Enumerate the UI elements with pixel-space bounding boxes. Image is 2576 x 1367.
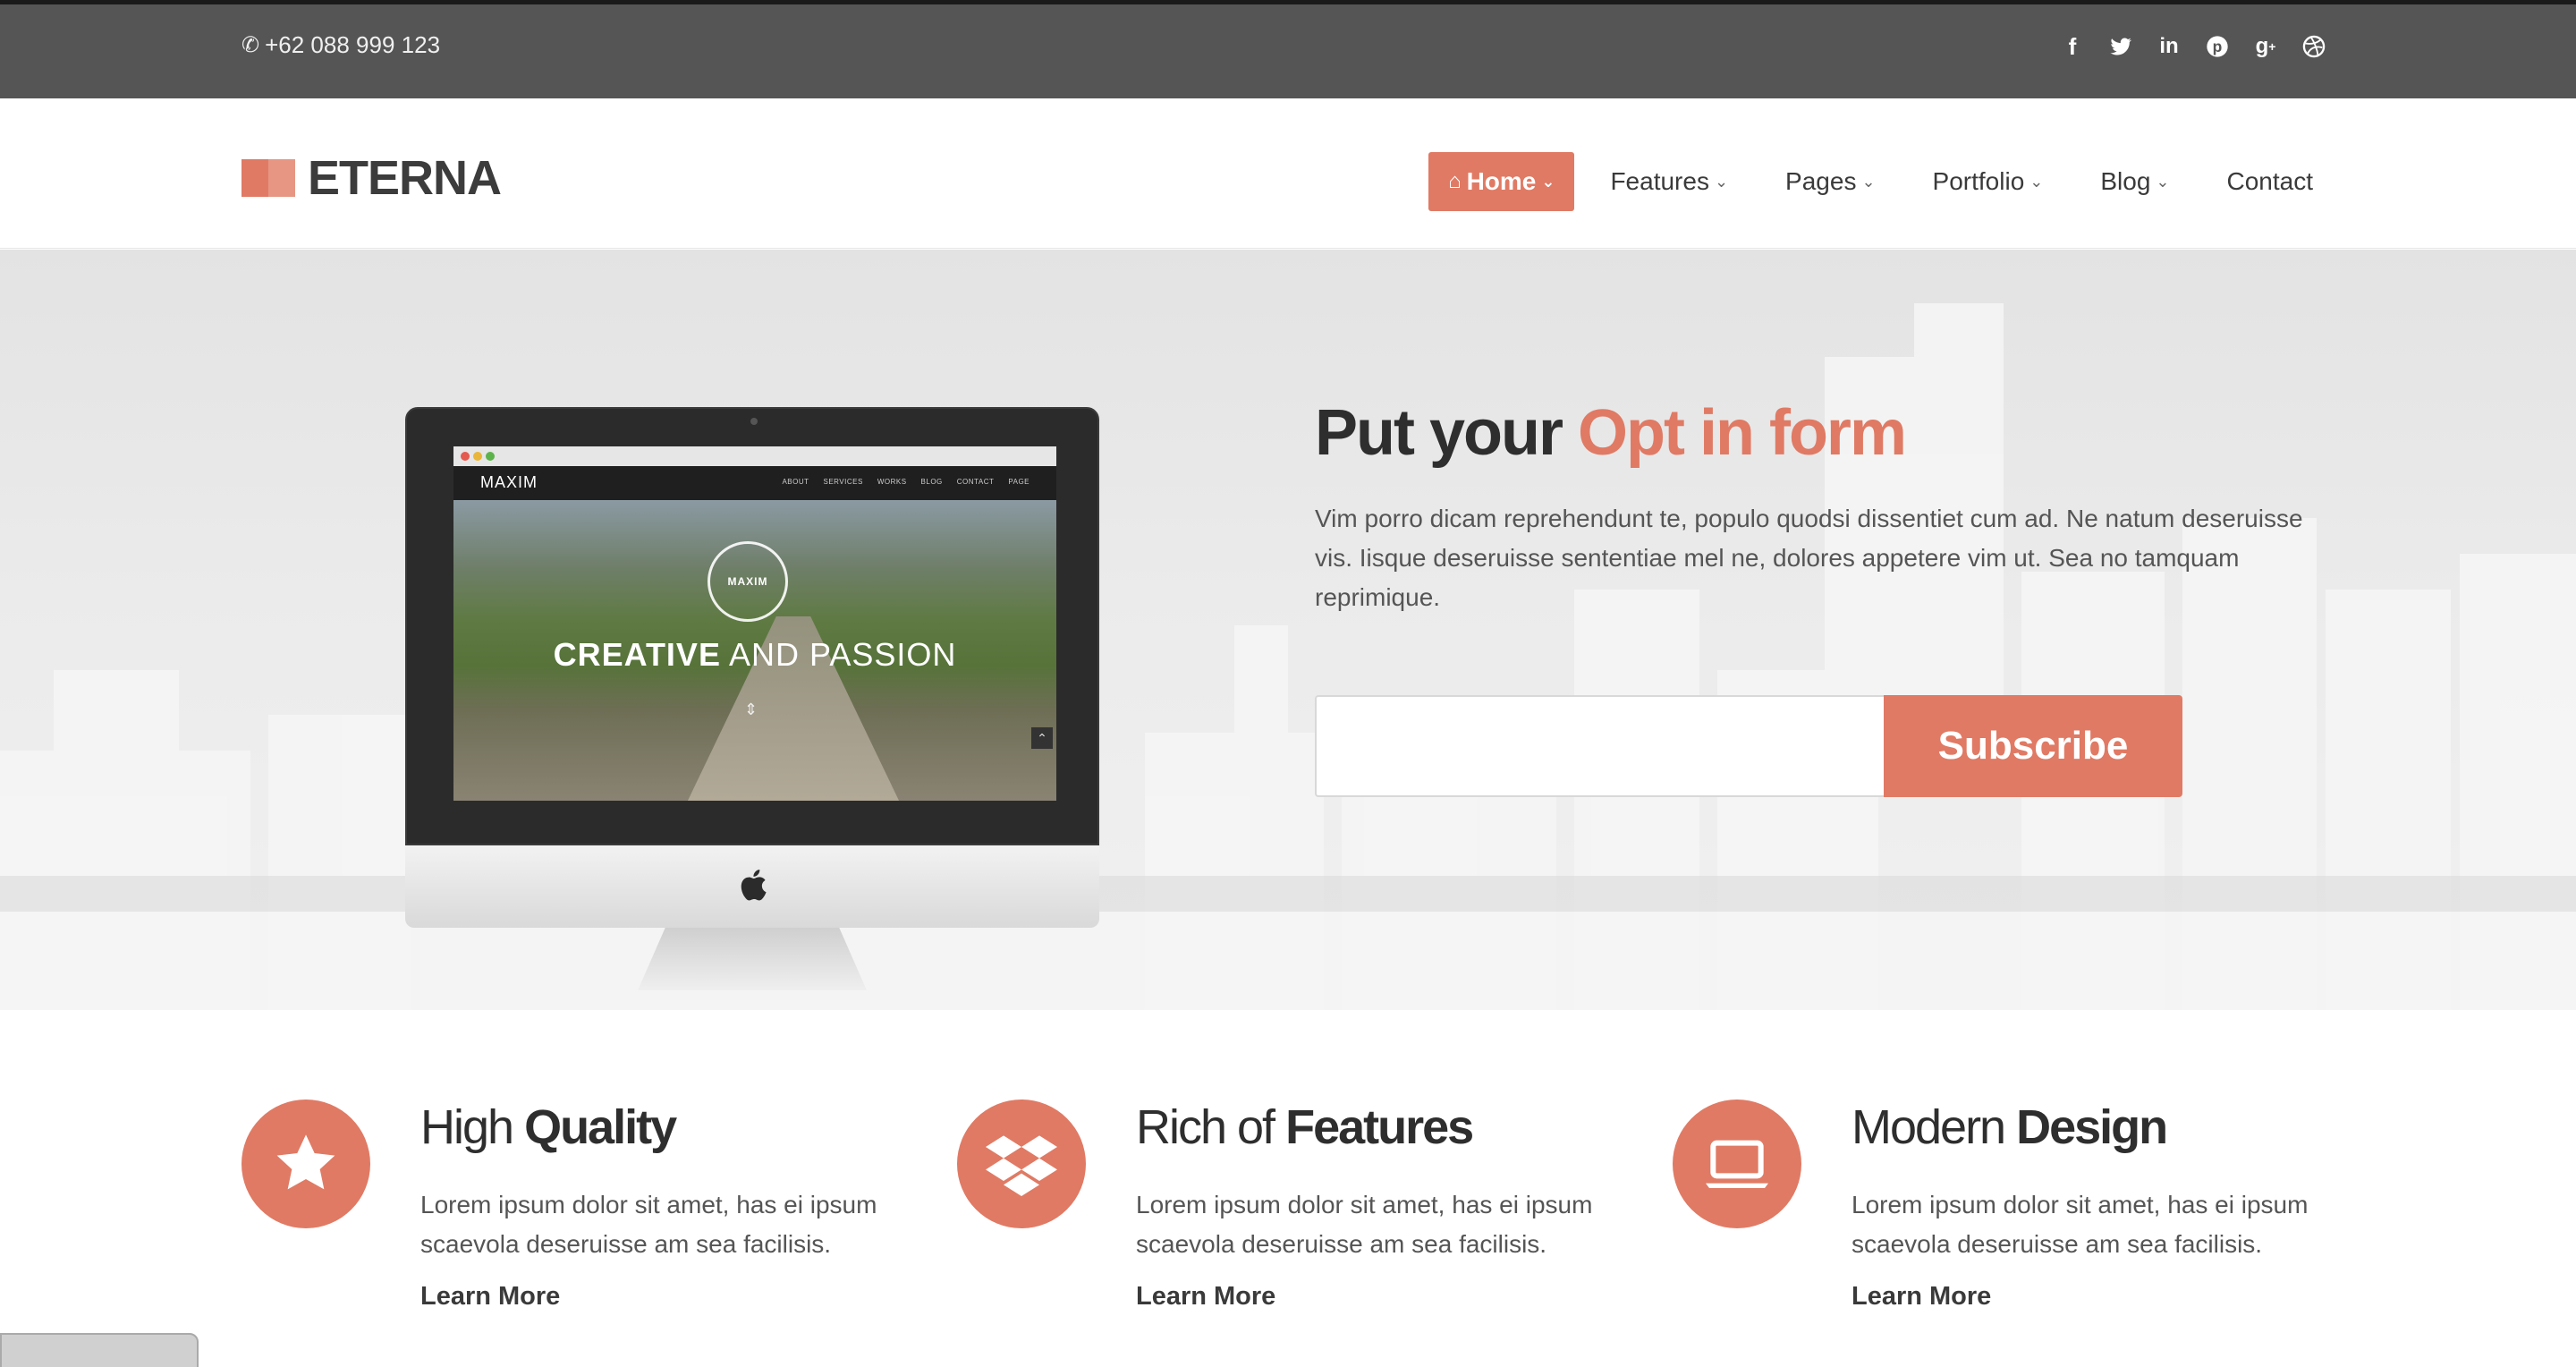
screen-link: CONTACT	[956, 478, 995, 486]
pinterest-icon[interactable]: p	[2204, 31, 2231, 62]
screen-headline-bold: CREATIVE	[553, 636, 721, 673]
nav-pages-label: Pages	[1785, 167, 1857, 195]
chevron-down-icon: ⌄	[1541, 172, 1555, 191]
screen-link: WORKS	[877, 478, 907, 486]
scroll-icon: ⇕	[744, 700, 758, 718]
home-icon: ⌂	[1448, 169, 1462, 193]
screen-headline-rest: AND PASSION	[720, 636, 957, 673]
nav-home-label: Home	[1466, 167, 1537, 195]
optin-text: Vim porro dicam reprehendunt te, populo …	[1315, 505, 2303, 612]
google-plus-icon[interactable]: g +	[2252, 31, 2279, 62]
chevron-down-icon: ⌄	[1861, 172, 1876, 191]
feature-rich-features: Rich of Features Lorem ipsum dolor sit a…	[957, 1100, 1637, 1350]
laptop-icon	[1706, 1140, 1768, 1188]
chevron-down-icon: ⌄	[1714, 172, 1729, 191]
feature-title: Modern Design	[1852, 1100, 2168, 1155]
logo-mark	[242, 159, 295, 197]
phone-icon: ✆	[242, 33, 260, 57]
learn-more-link[interactable]: Learn More	[1852, 1282, 1991, 1312]
screen-links: ABOUT SERVICES WORKS BLOG CONTACT PAGE	[782, 478, 1030, 486]
feature-high-quality: High Quality Lorem ipsum dolor sit amet,…	[242, 1100, 921, 1350]
screen-badge: MAXIM	[708, 541, 788, 622]
learn-more-link[interactable]: Learn More	[420, 1282, 560, 1312]
apple-logo-icon	[741, 870, 767, 901]
imac-bezel: MAXIM ABOUT SERVICES WORKS BLOG CONTACT …	[405, 407, 1099, 845]
feature-icon-circle	[1673, 1100, 1801, 1228]
dribbble-icon[interactable]	[2301, 31, 2327, 62]
email-input[interactable]	[1315, 695, 1884, 797]
nav-contact-label: Contact	[2226, 167, 2314, 195]
social-links: f in p g +	[2059, 31, 2327, 62]
optin-title-accent: Opt in form	[1578, 397, 1907, 469]
feature-modern-design: Modern Design Lorem ipsum dolor sit amet…	[1673, 1100, 2352, 1350]
screen-link: SERVICES	[823, 478, 863, 486]
twitter-icon[interactable]	[2107, 31, 2134, 62]
feature-icon-circle	[957, 1100, 1086, 1228]
phone-number: +62 088 999 123	[265, 31, 441, 58]
dropbox-icon	[986, 1135, 1057, 1196]
screen-brand: MAXIM	[480, 473, 538, 491]
feature-title: Rich of Features	[1136, 1100, 1474, 1155]
feature-title-light: Rich of	[1136, 1100, 1286, 1154]
learn-more-link[interactable]: Learn More	[1136, 1282, 1275, 1312]
feature-title: High Quality	[420, 1100, 677, 1155]
svg-text:p: p	[2213, 38, 2223, 55]
optin-title: Put your Opt in form	[1315, 397, 2352, 469]
main-nav: ⌂ Home ⌄ Features ⌄ Pages ⌄ Portfolio ⌄ …	[1414, 152, 2334, 211]
nav-portfolio[interactable]: Portfolio ⌄	[1911, 152, 2065, 211]
nav-features-label: Features	[1610, 167, 1709, 195]
hero-section: MAXIM ABOUT SERVICES WORKS BLOG CONTACT …	[0, 250, 2576, 1010]
logo[interactable]: ETERNA	[242, 150, 502, 206]
screen-navbar: MAXIM ABOUT SERVICES WORKS BLOG CONTACT …	[453, 466, 1056, 500]
screen-link: ABOUT	[782, 478, 809, 486]
feature-icon-circle	[242, 1100, 370, 1228]
feature-title-bold: Quality	[524, 1100, 677, 1154]
feature-title-bold: Features	[1285, 1100, 1474, 1154]
nav-contact[interactable]: Contact	[2206, 152, 2335, 211]
phone-contact: ✆ +62 088 999 123	[242, 31, 440, 59]
feature-title-light: High	[420, 1100, 525, 1154]
features-section: High Quality Lorem ipsum dolor sit amet,…	[0, 1010, 2576, 1367]
feature-title-bold: Design	[2016, 1100, 2168, 1154]
nav-blog-label: Blog	[2100, 167, 2151, 195]
feature-title-light: Modern	[1852, 1100, 2017, 1154]
nav-pages[interactable]: Pages ⌄	[1764, 152, 1897, 211]
nav-home[interactable]: ⌂ Home ⌄	[1428, 152, 1575, 211]
linkedin-icon[interactable]: in	[2156, 31, 2182, 62]
chevron-down-icon: ⌄	[2029, 172, 2044, 191]
screen-badge-text: MAXIM	[727, 575, 768, 588]
imac-screen: MAXIM ABOUT SERVICES WORKS BLOG CONTACT …	[453, 446, 1056, 801]
feature-text: Lorem ipsum dolor sit amet, has ei ipsum…	[1136, 1191, 1593, 1258]
screen-link: BLOG	[920, 478, 943, 486]
site-header: ETERNA ⌂ Home ⌄ Features ⌄ Pages ⌄ Portf…	[0, 98, 2576, 249]
screen-headline: CREATIVE AND PASSION	[453, 636, 1056, 674]
scroll-up-icon: ⌃	[1031, 727, 1053, 749]
imac-stand	[638, 928, 867, 990]
subscribe-button[interactable]: Subscribe	[1884, 695, 2182, 797]
imac-camera	[750, 418, 758, 425]
imac-mockup: MAXIM ABOUT SERVICES WORKS BLOG CONTACT …	[405, 407, 1099, 998]
optin-title-plain: Put your	[1315, 397, 1579, 469]
feature-text: Lorem ipsum dolor sit amet, has ei ipsum…	[420, 1191, 877, 1258]
star-icon	[276, 1134, 335, 1190]
subscribe-form: Subscribe	[1315, 695, 2182, 797]
chevron-down-icon: ⌄	[2156, 172, 2170, 191]
thumbnail-preview[interactable]	[0, 1333, 199, 1367]
top-bar: ✆ +62 088 999 123 f in p g +	[0, 0, 2576, 98]
nav-portfolio-label: Portfolio	[1932, 167, 2025, 195]
city-skyline-image	[0, 303, 2576, 1010]
optin-block: Put your Opt in form Vim porro dicam rep…	[1315, 397, 2352, 797]
nav-features[interactable]: Features ⌄	[1589, 152, 1750, 211]
feature-text: Lorem ipsum dolor sit amet, has ei ipsum…	[1852, 1191, 2309, 1258]
facebook-icon[interactable]: f	[2059, 31, 2086, 62]
logo-text: ETERNA	[308, 151, 502, 205]
nav-blog[interactable]: Blog ⌄	[2079, 152, 2190, 211]
screen-link: PAGE	[1008, 478, 1030, 486]
browser-chrome	[453, 446, 1056, 466]
